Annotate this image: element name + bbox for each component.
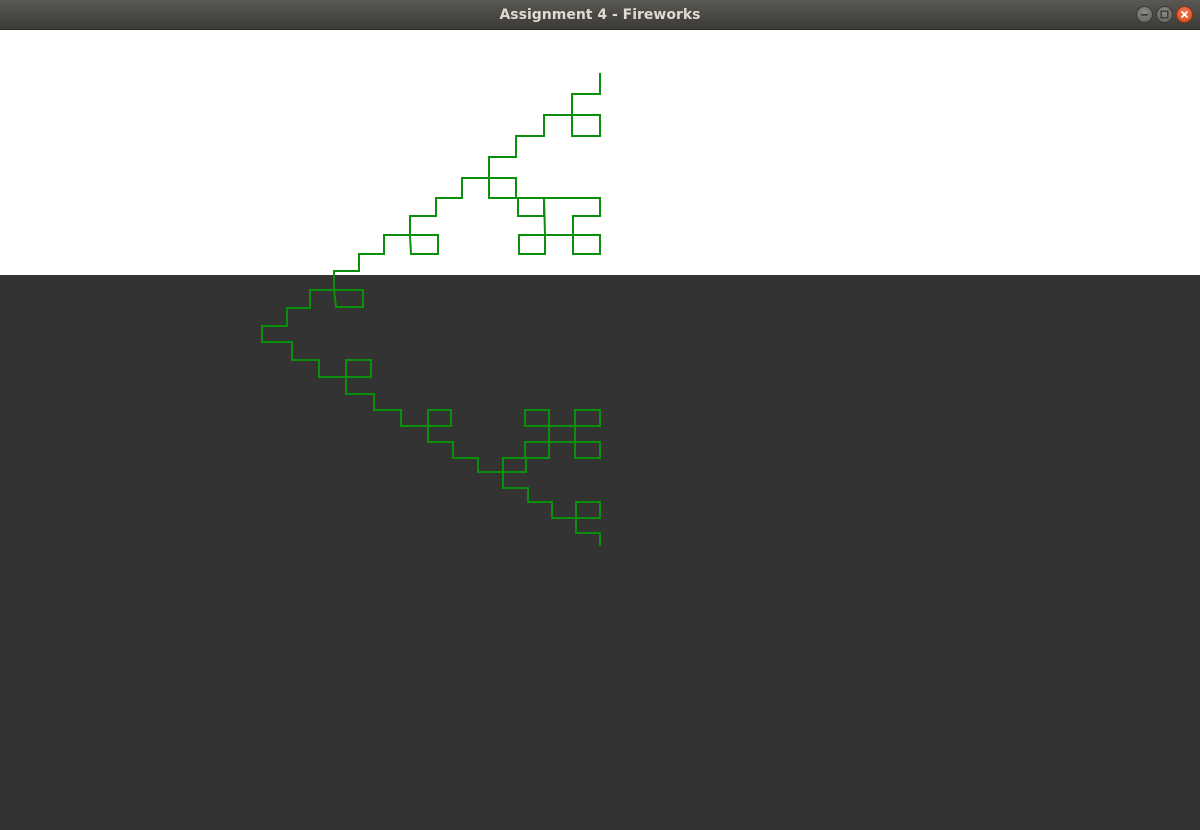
upper-branch-path — [261, 73, 601, 546]
drawing-canvas — [0, 30, 1200, 830]
fractal-firework — [261, 73, 601, 546]
upper-square-cluster-5 — [332, 289, 364, 308]
upper-square-cluster-4 — [408, 234, 439, 255]
upper-square-cluster-1 — [571, 114, 601, 137]
window-controls — [1136, 6, 1193, 24]
maximize-button[interactable] — [1156, 6, 1173, 23]
window-title: Assignment 4 - Fireworks — [499, 7, 701, 23]
title-bar[interactable]: Assignment 4 - Fireworks — [0, 0, 1200, 30]
app-window: Assignment 4 - Fireworks — [0, 0, 1200, 830]
upper-square-cluster-3 — [518, 197, 601, 255]
lower-square-cluster-5 — [575, 501, 601, 519]
minimize-button[interactable] — [1136, 6, 1153, 23]
upper-square-cluster-2 — [488, 177, 545, 217]
lower-square-cluster-3 — [524, 409, 601, 459]
minimize-icon — [1141, 14, 1148, 16]
lower-square-cluster-2 — [427, 409, 452, 427]
maximize-icon — [1160, 10, 1169, 19]
lower-square-cluster-1 — [345, 359, 372, 378]
lower-square-cluster-4 — [502, 457, 527, 473]
close-icon — [1180, 10, 1189, 19]
close-button[interactable] — [1176, 6, 1193, 23]
